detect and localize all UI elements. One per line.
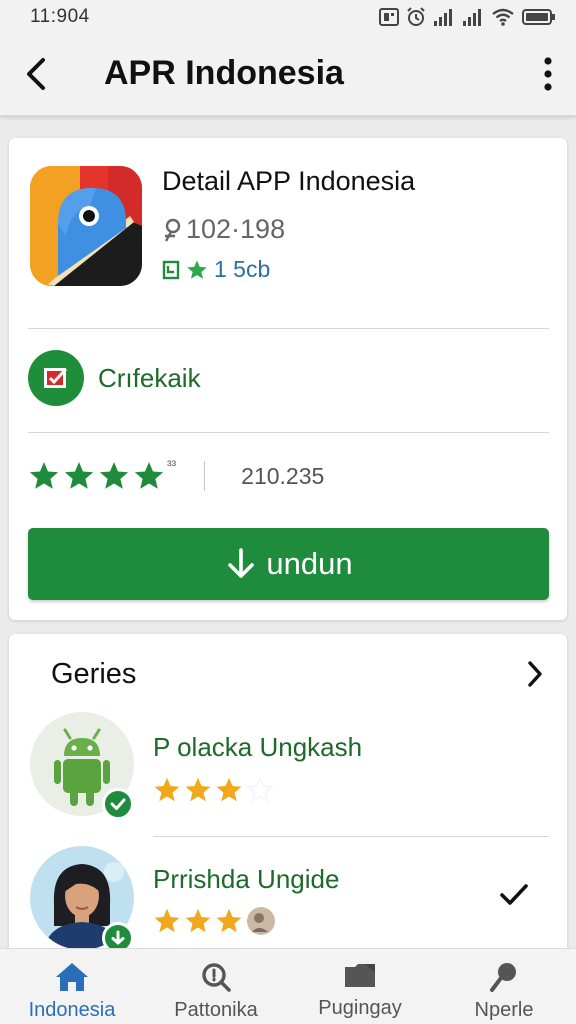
divider [28,432,549,433]
size-text: 1 5cb [214,256,271,282]
more-options-button[interactable] [538,54,558,94]
nfc-icon [379,8,399,26]
series-more-button[interactable] [521,658,549,690]
avatar [30,712,134,820]
signal-icon-2 [463,9,481,26]
certificate-row[interactable]: Crıfekaik [28,350,201,406]
checkmark-icon[interactable] [499,882,529,908]
star-icon [216,908,242,933]
download-button[interactable]: undun [28,528,549,600]
divider [28,328,549,329]
home-icon [56,963,88,991]
series-title: Geries [51,658,137,690]
downloads-text: 102·198 [186,214,286,244]
rating-superscript: ɜɜ [167,458,177,469]
series-item-name: Prrishda Ungide [153,864,340,894]
star-icon [185,777,211,802]
series-card: Geries P olacka Ungkash Prrishda Ungide [9,634,567,954]
back-button[interactable] [18,56,54,92]
star-icon [99,462,129,489]
nav-label: Pattonika [174,999,258,1021]
app-bar: APR Indonesia [0,34,576,116]
folder-icon [345,964,375,987]
chevron-right-icon [528,661,542,687]
back-arrow-icon [27,58,45,90]
star-icon [64,462,94,489]
rating-row: ɜɜ 210.235 [28,456,324,496]
mini-avatar-icon [247,907,275,935]
nav-item-pugingay[interactable]: Pugingay [288,949,432,1024]
nav-label: Pugingay [318,997,402,1019]
app-name: Detail APP Indonesia [162,166,416,196]
bookmark-icon [162,260,180,279]
app-detail-card: Detail APP Indonesia 102·198 1 5cb Crıfe… [9,138,567,620]
nav-item-pattonika[interactable]: Pattonika [144,949,288,1024]
series-list-item[interactable]: P olacka Ungkash [28,712,549,822]
star-icon [154,777,180,802]
certificate-icon [28,350,84,406]
rating-count: 210.235 [241,462,325,489]
wifi-icon [492,8,514,26]
bottom-navigation: Indonesia Pattonika Pugingay Nperle [0,948,576,1024]
download-button-label: undun [266,546,353,581]
certificate-label: Crıfekaik [98,362,201,393]
signal-icon-1 [434,9,452,26]
star-icon [29,462,59,489]
alarm-icon [407,7,425,26]
downloads-info: 102·198 [162,214,285,245]
status-time: 11:904 [30,6,90,27]
star-icon [216,777,242,802]
nav-item-indonesia[interactable]: Indonesia [0,949,144,1024]
battery-icon [522,9,555,25]
series-item-stars [153,906,276,936]
series-list-item[interactable]: Prrishda Ungide [28,846,549,954]
star-icon [185,908,211,933]
rating-stars [28,460,165,492]
star-icon [187,259,207,279]
search-icon [202,963,231,992]
series-item-name: P olacka Ungkash [153,732,363,762]
nav-label: Indonesia [28,999,116,1021]
currency-icon [164,218,181,242]
avatar [30,846,134,954]
nav-item-nperle[interactable]: Nperle [432,949,576,1024]
pin-icon [490,963,516,992]
app-icon [30,166,142,286]
star-outline-icon [246,776,274,803]
rating-separator [204,461,206,491]
status-bar: 11:904 [0,0,576,34]
parrot-app-icon [30,166,142,286]
status-icons [379,7,556,27]
star-icon [154,908,180,933]
page-title: APR Indonesia [104,54,344,92]
series-item-stars [153,776,274,804]
size-info: 1 5cb [162,256,270,283]
download-arrow-icon [228,548,255,578]
checkmark-icon [102,788,134,820]
star-icon [134,462,164,489]
divider [153,836,549,837]
nav-label: Nperle [474,999,534,1021]
more-vert-icon [544,57,552,91]
